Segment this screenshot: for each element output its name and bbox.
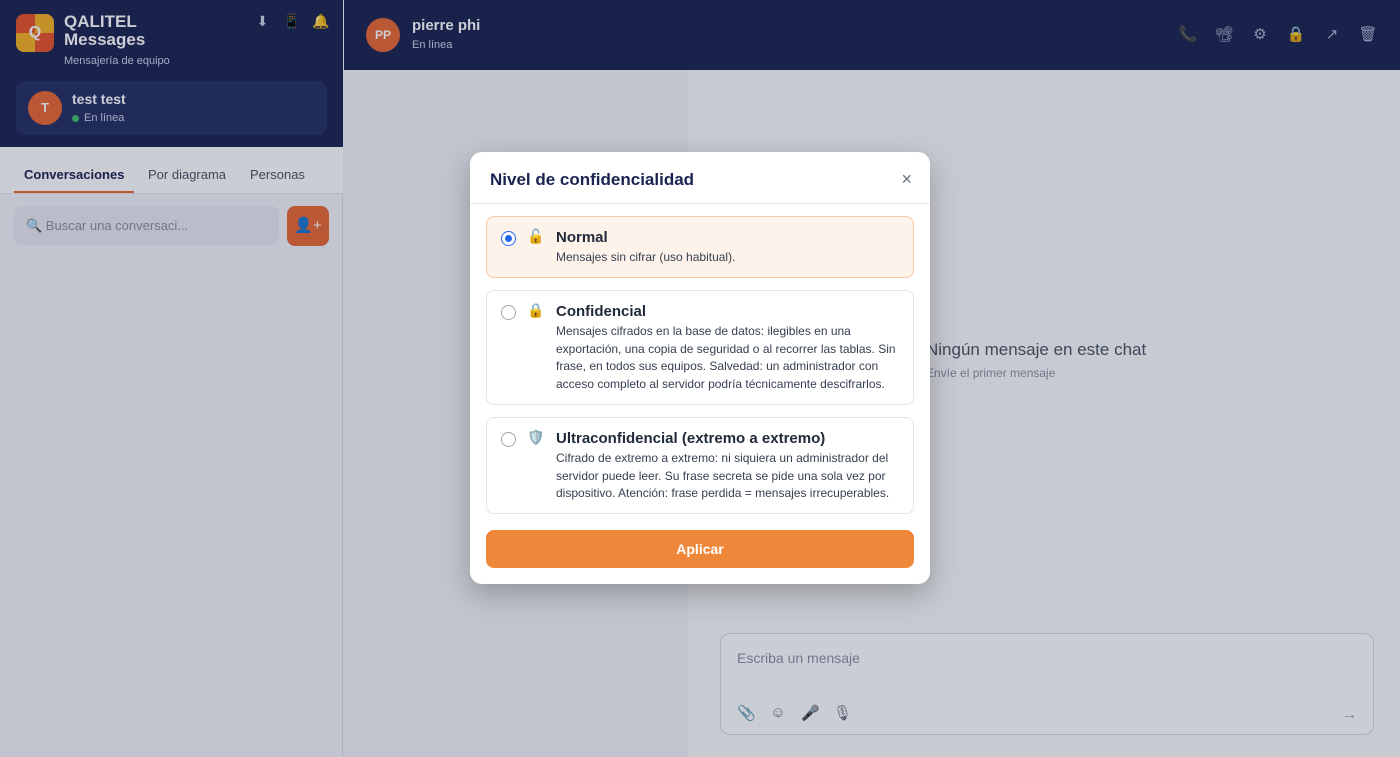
- confidentiality-modal: Nivel de confidencialidad × 🔓 Normal Men…: [470, 152, 930, 584]
- option-confidencial[interactable]: 🔒 Confidencial Mensajes cifrados en la b…: [486, 290, 914, 405]
- modal-title: Nivel de confidencialidad: [490, 170, 695, 189]
- option-description: Cifrado de extremo a extremo: ni siquier…: [556, 451, 890, 500]
- apply-button[interactable]: Aplicar: [486, 530, 914, 568]
- option-title: Confidencial: [556, 303, 647, 320]
- close-icon[interactable]: ×: [901, 169, 912, 190]
- option-description: Mensajes cifrados en la base de datos: i…: [556, 324, 896, 391]
- option-title: Ultraconfidencial (extremo a extremo): [556, 430, 826, 447]
- modal-header: Nivel de confidencialidad ×: [470, 152, 930, 204]
- option-normal[interactable]: 🔓 Normal Mensajes sin cifrar (uso habitu…: [486, 216, 914, 278]
- unlock-icon: 🔓: [527, 228, 545, 244]
- radio-ultraconfidencial[interactable]: [501, 432, 516, 447]
- radio-confidencial[interactable]: [501, 305, 516, 320]
- option-ultraconfidencial[interactable]: 🛡️ Ultraconfidencial (extremo a extremo)…: [486, 417, 914, 514]
- option-title: Normal: [556, 229, 608, 246]
- shield-icon: 🛡️: [527, 429, 545, 445]
- radio-normal[interactable]: [501, 231, 516, 246]
- option-description: Mensajes sin cifrar (uso habitual).: [556, 250, 736, 264]
- lock-icon: 🔒: [527, 302, 545, 318]
